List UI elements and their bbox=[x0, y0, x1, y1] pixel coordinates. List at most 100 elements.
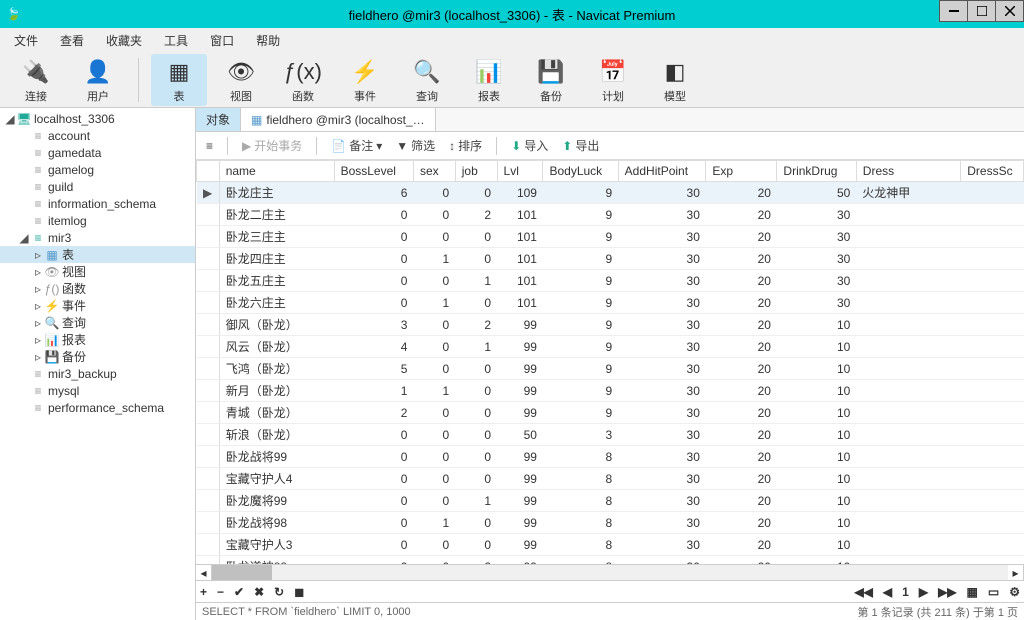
cell-AddHitPoint[interactable]: 30 bbox=[618, 534, 706, 556]
cell-Exp[interactable]: 20 bbox=[706, 468, 777, 490]
cell-BossLevel[interactable]: 1 bbox=[334, 380, 413, 402]
col-Dress[interactable]: Dress bbox=[856, 161, 960, 182]
table-row[interactable]: ▶卧龙庄主6001099302050火龙神甲 bbox=[197, 182, 1024, 204]
cell-name[interactable]: 宝藏守护人4 bbox=[219, 468, 334, 490]
toolbar-table[interactable]: ▦表 bbox=[151, 54, 207, 106]
cell-BossLevel[interactable]: 0 bbox=[334, 446, 413, 468]
cell-DrinkDrug[interactable]: 10 bbox=[777, 336, 856, 358]
tree-mysql[interactable]: ≡mysql bbox=[0, 382, 195, 399]
cell-sex[interactable]: 1 bbox=[413, 512, 455, 534]
tree-备份[interactable]: ▹💾备份 bbox=[0, 348, 195, 365]
cell-Lvl[interactable]: 99 bbox=[497, 336, 543, 358]
col-Exp[interactable]: Exp bbox=[706, 161, 777, 182]
menu-0[interactable]: 文件 bbox=[4, 30, 48, 51]
cell-DressSc[interactable] bbox=[961, 556, 1024, 565]
cell-Exp[interactable]: 20 bbox=[706, 270, 777, 292]
cell-Exp[interactable]: 20 bbox=[706, 490, 777, 512]
cell-Dress[interactable] bbox=[856, 204, 960, 226]
cell-DrinkDrug[interactable]: 10 bbox=[777, 512, 856, 534]
expand-icon[interactable]: ▹ bbox=[32, 333, 44, 347]
tree-guild[interactable]: ≡guild bbox=[0, 178, 195, 195]
cell-Exp[interactable]: 20 bbox=[706, 380, 777, 402]
cell-job[interactable]: 0 bbox=[455, 292, 497, 314]
cell-Exp[interactable]: 20 bbox=[706, 358, 777, 380]
cell-BodyLuck[interactable]: 9 bbox=[543, 270, 618, 292]
cell-sex[interactable]: 0 bbox=[413, 446, 455, 468]
cell-Dress[interactable] bbox=[856, 556, 960, 565]
cell-BodyLuck[interactable]: 8 bbox=[543, 446, 618, 468]
cell-BossLevel[interactable]: 0 bbox=[334, 490, 413, 512]
apply-button[interactable]: ✔ bbox=[234, 585, 244, 599]
cell-name[interactable]: 飞鸿（卧龙） bbox=[219, 358, 334, 380]
cell-DrinkDrug[interactable]: 10 bbox=[777, 380, 856, 402]
prev-page-button[interactable]: ◀ bbox=[883, 585, 892, 599]
cell-DressSc[interactable] bbox=[961, 380, 1024, 402]
menu-5[interactable]: 帮助 bbox=[246, 30, 290, 51]
cell-AddHitPoint[interactable]: 30 bbox=[618, 424, 706, 446]
cell-BossLevel[interactable]: 3 bbox=[334, 314, 413, 336]
col-job[interactable]: job bbox=[455, 161, 497, 182]
cell-job[interactable]: 0 bbox=[455, 424, 497, 446]
cell-Dress[interactable] bbox=[856, 358, 960, 380]
cell-DrinkDrug[interactable]: 30 bbox=[777, 226, 856, 248]
cell-Dress[interactable] bbox=[856, 512, 960, 534]
menu-1[interactable]: 查看 bbox=[50, 30, 94, 51]
cell-job[interactable]: 0 bbox=[455, 468, 497, 490]
col-DressSc[interactable]: DressSc bbox=[961, 161, 1024, 182]
cell-Lvl[interactable]: 99 bbox=[497, 534, 543, 556]
cell-Dress[interactable] bbox=[856, 270, 960, 292]
cell-BossLevel[interactable]: 4 bbox=[334, 336, 413, 358]
expand-icon[interactable]: ▹ bbox=[32, 248, 44, 262]
cell-name[interactable]: 卧龙三庄主 bbox=[219, 226, 334, 248]
import-button[interactable]: ⬇导入 bbox=[507, 135, 552, 156]
expand-icon[interactable]: ▹ bbox=[32, 316, 44, 330]
cell-AddHitPoint[interactable]: 30 bbox=[618, 556, 706, 565]
cell-AddHitPoint[interactable]: 30 bbox=[618, 358, 706, 380]
cell-BossLevel[interactable]: 5 bbox=[334, 358, 413, 380]
cell-name[interactable]: 卧龙四庄主 bbox=[219, 248, 334, 270]
cell-Exp[interactable]: 20 bbox=[706, 446, 777, 468]
cell-Lvl[interactable]: 50 bbox=[497, 424, 543, 446]
cell-name[interactable]: 卧龙五庄主 bbox=[219, 270, 334, 292]
grid-view-button[interactable]: ▦ bbox=[967, 585, 978, 599]
cell-name[interactable]: 卧龙二庄主 bbox=[219, 204, 334, 226]
cell-name[interactable]: 卧龙庄主 bbox=[219, 182, 334, 204]
cell-DressSc[interactable] bbox=[961, 402, 1024, 424]
cell-sex[interactable]: 1 bbox=[413, 292, 455, 314]
cell-sex[interactable]: 0 bbox=[413, 270, 455, 292]
cell-AddHitPoint[interactable]: 30 bbox=[618, 314, 706, 336]
cell-AddHitPoint[interactable]: 30 bbox=[618, 490, 706, 512]
export-button[interactable]: ⬆导出 bbox=[558, 135, 603, 156]
cell-sex[interactable]: 0 bbox=[413, 534, 455, 556]
scroll-track[interactable] bbox=[212, 565, 1008, 580]
cell-BodyLuck[interactable]: 9 bbox=[543, 248, 618, 270]
cell-Exp[interactable]: 20 bbox=[706, 534, 777, 556]
cell-name[interactable]: 青城（卧龙） bbox=[219, 402, 334, 424]
cell-AddHitPoint[interactable]: 30 bbox=[618, 204, 706, 226]
col-name[interactable]: name bbox=[219, 161, 334, 182]
cancel-button[interactable]: ✖ bbox=[254, 585, 264, 599]
cell-name[interactable]: 新月（卧龙） bbox=[219, 380, 334, 402]
cell-sex[interactable]: 0 bbox=[413, 402, 455, 424]
cell-job[interactable]: 0 bbox=[455, 534, 497, 556]
cell-Dress[interactable] bbox=[856, 468, 960, 490]
table-row[interactable]: 风云（卧龙）401999302010 bbox=[197, 336, 1024, 358]
maximize-button[interactable] bbox=[968, 0, 996, 22]
cell-DressSc[interactable] bbox=[961, 490, 1024, 512]
menu-4[interactable]: 窗口 bbox=[200, 30, 244, 51]
stop-button[interactable]: ◼ bbox=[294, 585, 304, 599]
first-page-button[interactable]: ◀◀ bbox=[854, 585, 872, 599]
tree-事件[interactable]: ▹⚡事件 bbox=[0, 297, 195, 314]
cell-Exp[interactable]: 20 bbox=[706, 402, 777, 424]
tree-account[interactable]: ≡account bbox=[0, 127, 195, 144]
cell-Lvl[interactable]: 99 bbox=[497, 358, 543, 380]
cell-AddHitPoint[interactable]: 30 bbox=[618, 292, 706, 314]
cell-BodyLuck[interactable]: 9 bbox=[543, 292, 618, 314]
menu-icon[interactable]: ≡ bbox=[202, 137, 217, 155]
menu-2[interactable]: 收藏夹 bbox=[96, 30, 152, 51]
cell-AddHitPoint[interactable]: 30 bbox=[618, 182, 706, 204]
cell-Lvl[interactable]: 99 bbox=[497, 490, 543, 512]
cell-name[interactable]: 卧龙六庄主 bbox=[219, 292, 334, 314]
expand-icon[interactable]: ▹ bbox=[32, 350, 44, 364]
last-page-button[interactable]: ▶▶ bbox=[938, 585, 956, 599]
